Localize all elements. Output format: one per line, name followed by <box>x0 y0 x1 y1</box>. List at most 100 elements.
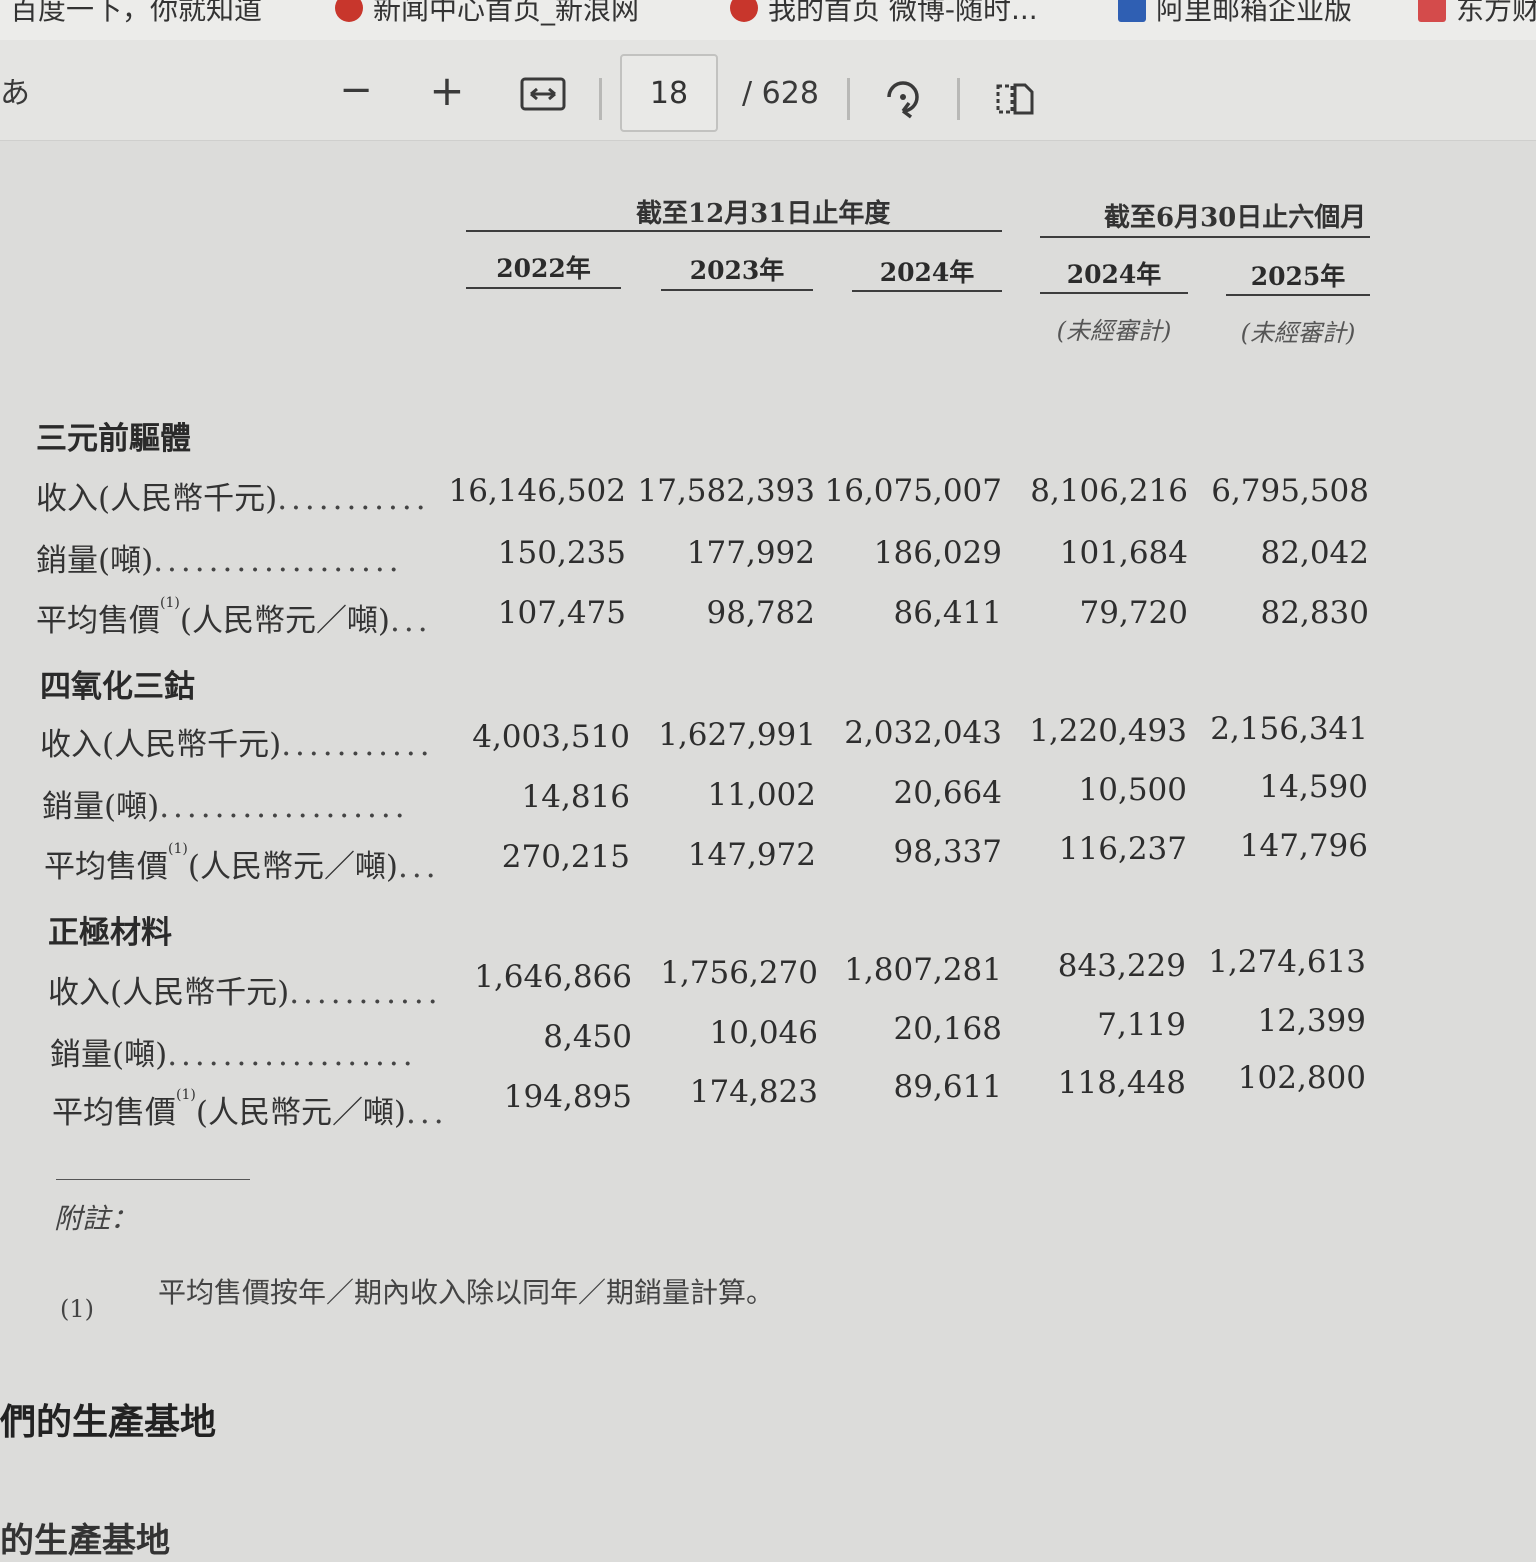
row-label-text: 收入(人民幣千元) <box>48 975 290 1011</box>
cell-value: 86,411 <box>893 595 1002 631</box>
pdf-page: 截至12月31日止年度 截至6月30日止六個月 2022年 2023年 2024… <box>0 141 1536 1561</box>
section-heading: 們的生產基地 <box>0 1402 217 1443</box>
cell-value: 177,992 <box>686 535 815 571</box>
bookmark-sina[interactable]: 新闻中心首页_新浪网 <box>335 0 639 28</box>
cell-value: 10,046 <box>709 1015 818 1051</box>
section-title: 三元前驅體 <box>36 421 191 457</box>
cell-value: 17,582,393 <box>637 473 816 509</box>
fit-width-icon[interactable] <box>520 74 566 114</box>
row-label: 銷量(噸).................. <box>50 1029 417 1074</box>
section-title: 正極材料 <box>48 915 172 951</box>
bookmark-weibo[interactable]: 我的首页 微博-随时... <box>730 0 1038 28</box>
row-label: 銷量(噸).................. <box>36 535 403 580</box>
cell-value: 6,795,508 <box>1211 473 1369 509</box>
unaudited-note: (未經審計) <box>1240 319 1356 347</box>
leader-dots: .................. <box>167 1037 417 1073</box>
header-rule <box>1040 236 1370 238</box>
leader-dots: ........... <box>289 975 442 1011</box>
leader-dots: ........... <box>281 727 434 763</box>
cell-value: 186,029 <box>873 535 1002 571</box>
group-header-interim: 截至6月30日止六個月 <box>1104 203 1367 233</box>
cell-value: 116,237 <box>1058 831 1187 867</box>
page-view-icon[interactable] <box>994 78 1036 120</box>
cell-value: 101,684 <box>1059 535 1188 571</box>
leader-dots: ........... <box>277 481 430 517</box>
toolbar-left-glyph[interactable]: あ <box>0 68 30 112</box>
bookmark-label: 东方财 <box>1456 0 1536 26</box>
note-text: 平均售價按年／期內收入除以同年／期銷量計算。 <box>158 1276 775 1309</box>
footnote-ref: (1) <box>168 841 188 857</box>
bookmark-eastmoney[interactable]: 东方财 <box>1418 0 1536 28</box>
notes-title: 附註： <box>54 1202 139 1235</box>
bookmark-aliyun-mail[interactable]: 阿里邮箱企业版 <box>1118 0 1352 28</box>
cell-value: 14,816 <box>521 779 630 815</box>
row-label-text: 平均售價 <box>52 1095 176 1131</box>
row-label: 平均售價(1)(人民幣元／噸)... <box>52 1087 448 1132</box>
cell-value: 150,235 <box>497 535 626 571</box>
cell-value: 79,720 <box>1079 595 1188 631</box>
cell-value: 12,399 <box>1257 1003 1366 1039</box>
row-label-text: 平均售價 <box>44 849 168 885</box>
footnote-ref: (1) <box>176 1087 196 1103</box>
cell-value: 82,830 <box>1260 595 1369 631</box>
section-title: 四氧化三鈷 <box>40 669 195 705</box>
bookmark-label: 阿里邮箱企业版 <box>1156 0 1353 26</box>
page-number-input[interactable] <box>620 54 718 132</box>
cell-value: 16,146,502 <box>448 473 627 509</box>
year-rule <box>1226 294 1370 296</box>
zoom-in-button[interactable]: + <box>429 62 464 118</box>
weibo-icon <box>335 0 363 22</box>
cell-value: 107,475 <box>497 595 626 631</box>
row-label: 平均售價(1)(人民幣元／噸)... <box>36 595 432 640</box>
cell-value: 11,002 <box>707 777 816 813</box>
weibo-icon <box>730 0 758 22</box>
toolbar-separator <box>599 78 602 120</box>
bookmark-label: 我的首页 微博-随时... <box>768 0 1038 26</box>
row-label-text: 銷量(噸) <box>42 789 160 825</box>
bookmark-label: 百度一下，你就知道 <box>10 0 263 26</box>
row-label-text: 平均售價 <box>36 603 160 639</box>
unaudited-note: (未經審計) <box>1056 317 1172 345</box>
toolbar-separator <box>847 78 850 120</box>
row-label-text: 收入(人民幣千元) <box>40 727 282 763</box>
cell-value: 2,156,341 <box>1210 711 1368 747</box>
row-label: 平均售價(1)(人民幣元／噸)... <box>44 841 440 886</box>
footnote-ref: (1) <box>160 595 180 611</box>
cell-value: 1,220,493 <box>1029 713 1187 749</box>
cell-value: 147,972 <box>687 837 816 873</box>
bookmark-baidu[interactable]: 百度一下，你就知道 <box>10 0 262 28</box>
cell-value: 7,119 <box>1097 1007 1186 1043</box>
cell-value: 1,627,991 <box>658 717 816 753</box>
year-header: 2023年 <box>689 256 785 285</box>
year-header: 2024年 <box>879 258 975 287</box>
zoom-out-button[interactable]: − <box>339 62 373 118</box>
leader-dots: .................. <box>153 543 403 579</box>
year-rule <box>466 287 621 289</box>
year-header: 2022年 <box>496 254 591 283</box>
cell-value: 98,782 <box>706 595 815 631</box>
cell-value: 89,611 <box>893 1069 1002 1105</box>
cell-value: 1,646,866 <box>474 959 632 995</box>
cell-value: 270,215 <box>501 839 630 875</box>
year-header: 2024年 <box>1066 260 1162 289</box>
cell-value: 14,590 <box>1259 769 1368 805</box>
mail-icon <box>1118 0 1146 22</box>
pdf-toolbar: あ − + / 628 <box>0 40 1536 141</box>
cell-value: 174,823 <box>689 1074 818 1110</box>
total-pages-label: / 628 <box>742 76 819 111</box>
cell-value: 82,042 <box>1260 535 1369 571</box>
cell-value: 16,075,007 <box>824 473 1003 509</box>
cell-value: 1,756,270 <box>660 955 818 991</box>
rotate-icon[interactable] <box>880 74 926 120</box>
bookmarks-bar: 百度一下，你就知道 新闻中心首页_新浪网 我的首页 微博-随时... 阿里邮箱企… <box>0 0 1536 40</box>
row-label: 銷量(噸).................. <box>42 781 409 826</box>
bookmark-label: 新闻中心首页_新浪网 <box>373 0 640 26</box>
row-label: 收入(人民幣千元)........... <box>40 719 434 764</box>
cell-value: 147,796 <box>1239 828 1368 864</box>
year-rule <box>661 289 813 291</box>
row-label: 收入(人民幣千元)........... <box>48 967 442 1012</box>
leader-dots: ... <box>398 849 440 885</box>
cell-value: 10,500 <box>1078 772 1187 808</box>
group-header-annual: 截至12月31日止年度 <box>636 199 891 229</box>
year-rule <box>1040 292 1188 294</box>
